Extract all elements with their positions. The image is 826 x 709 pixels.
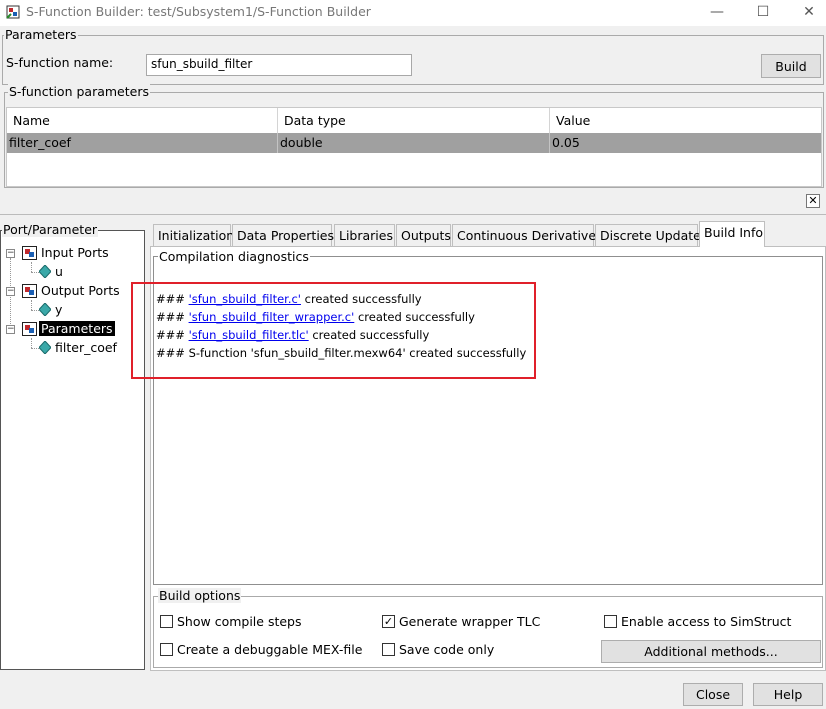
highlight-annotation-box [131, 282, 536, 379]
window-title: S-Function Builder: test/Subsystem1/S-Fu… [26, 4, 371, 19]
window-close-button[interactable]: ✕ [786, 0, 826, 24]
minimize-button[interactable]: — [694, 0, 740, 24]
tree-item-output-ports[interactable]: Output Ports [41, 283, 120, 298]
parameter-block-icon [22, 322, 37, 336]
sfun-parameters-legend: S-function parameters [8, 84, 150, 99]
port-parameter-legend: Port/Parameter [2, 222, 99, 237]
tab-libraries[interactable]: Libraries [334, 224, 395, 246]
sfun-name-input[interactable]: sfun_sbuild_filter [146, 54, 412, 76]
simulink-app-icon [6, 5, 20, 19]
build-button[interactable]: Build [761, 54, 821, 78]
generate-wrapper-tlc-checkbox[interactable]: ✓ [382, 615, 395, 628]
table-cell-value[interactable]: 0.05 [550, 133, 821, 153]
table-row[interactable]: filter_coef double 0.05 [7, 133, 821, 153]
column-header-value[interactable]: Value [550, 108, 821, 133]
table-cell-name[interactable]: filter_coef [7, 133, 278, 153]
show-compile-steps-label: Show compile steps [177, 614, 302, 629]
close-button[interactable]: Close [683, 683, 743, 706]
tab-discrete-update[interactable]: Discrete Update [595, 224, 701, 246]
tree-item-filter-coef[interactable]: filter_coef [55, 340, 117, 355]
parameters-legend: Parameters [4, 27, 78, 42]
enable-simstruct-label: Enable access to SimStruct [621, 614, 792, 629]
maximize-icon: ☐ [756, 4, 770, 20]
save-code-only-checkbox[interactable] [382, 643, 395, 656]
column-header-data-type[interactable]: Data type [278, 108, 550, 133]
tab-build-info[interactable]: Build Info [699, 221, 765, 247]
debuggable-mex-checkbox[interactable] [160, 643, 173, 656]
tree-connector [31, 348, 39, 349]
tree-connector [31, 300, 32, 310]
sfun-parameters-table: Name Data type Value filter_coef double … [6, 107, 822, 187]
tab-initialization[interactable]: Initialization [153, 224, 234, 246]
help-button[interactable]: Help [753, 683, 823, 706]
tree-connector [31, 310, 39, 311]
maximize-button[interactable]: ☐ [740, 0, 786, 24]
port-block-icon [22, 284, 37, 298]
tree-connector [31, 338, 32, 348]
check-icon: ✓ [383, 615, 394, 628]
show-compile-steps-checkbox[interactable] [160, 615, 173, 628]
table-cell-data-type[interactable]: double [278, 133, 550, 153]
close-icon: ✕ [808, 194, 818, 207]
tree-item-input-u[interactable]: u [55, 264, 63, 279]
splitter[interactable] [0, 214, 826, 215]
collapse-input-ports-icon[interactable]: − [6, 249, 15, 258]
tree-item-output-y[interactable]: y [55, 302, 62, 317]
tab-continuous-derivatives[interactable]: Continuous Derivatives [452, 224, 603, 246]
tab-outputs[interactable]: Outputs [396, 224, 451, 246]
parameter-diamond-icon [39, 341, 51, 354]
close-icon: ✕ [803, 4, 815, 20]
port-block-icon [22, 246, 37, 260]
enable-simstruct-checkbox[interactable] [604, 615, 617, 628]
build-options-legend: Build options [158, 588, 242, 603]
collapse-parameters-icon[interactable]: − [6, 325, 15, 334]
collapse-output-ports-icon[interactable]: − [6, 287, 15, 296]
generate-wrapper-tlc-label: Generate wrapper TLC [399, 614, 541, 629]
tab-data-properties[interactable]: Data Properties [232, 224, 334, 246]
port-diamond-icon [39, 303, 51, 316]
debuggable-mex-label: Create a debuggable MEX-file [177, 642, 363, 657]
tree-connector [31, 272, 39, 273]
minimize-icon: — [710, 4, 724, 20]
tree-item-parameters[interactable]: Parameters [39, 321, 115, 336]
column-header-name[interactable]: Name [7, 108, 278, 133]
save-code-only-label: Save code only [399, 642, 495, 657]
panel-close-button[interactable]: ✕ [806, 194, 820, 208]
parameters-group [2, 35, 824, 85]
additional-methods-button[interactable]: Additional methods... [601, 640, 821, 663]
tree-connector [31, 262, 32, 272]
port-diamond-icon [39, 265, 51, 278]
compilation-diagnostics-legend: Compilation diagnostics [158, 249, 310, 264]
tree-item-input-ports[interactable]: Input Ports [41, 245, 109, 260]
sfun-name-label: S-function name: [6, 55, 114, 70]
